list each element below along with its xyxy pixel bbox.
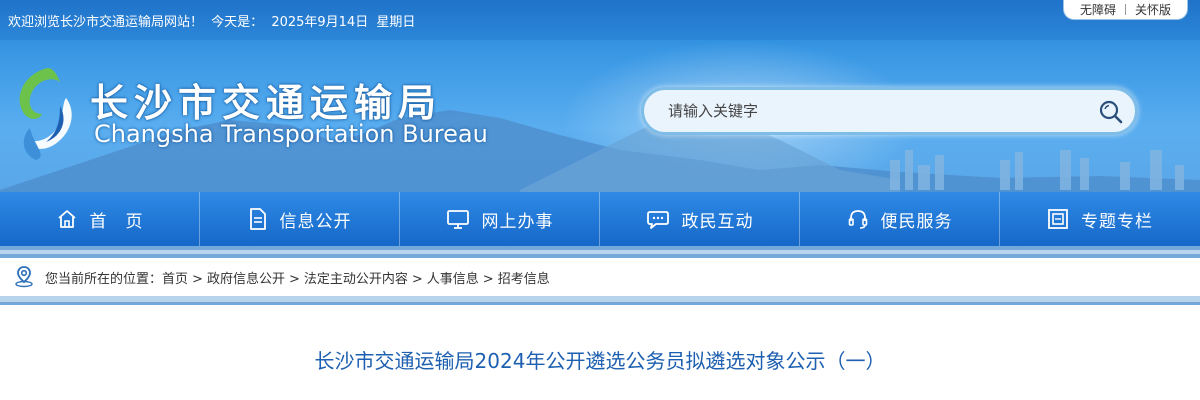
main-nav: 首 页 信息公开 网上办事 政民互动 便民服务 专题专栏 <box>0 192 1200 246</box>
article-title: 长沙市交通运输局2024年公开遴选公务员拟遴选对象公示（一） <box>314 349 886 373</box>
site-title-en: Changsha Transportation Bureau <box>94 120 488 148</box>
site-title-cn[interactable]: 长沙市交通运输局 <box>90 72 442 127</box>
search-input[interactable] <box>668 99 1078 123</box>
current-weekday: 星期日 <box>376 15 416 30</box>
divider <box>1125 4 1126 15</box>
nav-item-info-disclosure[interactable]: 信息公开 <box>200 192 400 246</box>
welcome-text: 欢迎浏览长沙市交通运输局网站！ 今天是： 2025年9月14日 星期日 <box>8 11 419 30</box>
nav-item-online-services[interactable]: 网上办事 <box>400 192 600 246</box>
breadcrumb-link-personnel[interactable]: 人事信息 <box>427 272 479 287</box>
breadcrumb-link-recruitment[interactable]: 招考信息 <box>498 272 550 287</box>
location-pin-icon <box>15 266 33 288</box>
nav-label: 便民服务 <box>880 211 953 232</box>
top-bar: 欢迎浏览长沙市交通运输局网站！ 今天是： 2025年9月14日 星期日 无障碍 … <box>0 0 1200 40</box>
nav-item-special-topics[interactable]: 专题专栏 <box>1000 192 1200 246</box>
breadcrumb-link-gov-info[interactable]: 政府信息公开 <box>207 272 285 287</box>
nav-label: 政民互动 <box>681 211 754 232</box>
nav-item-home[interactable]: 首 页 <box>0 192 200 246</box>
welcome-message: 欢迎浏览长沙市交通运输局网站！ <box>8 15 204 30</box>
breadcrumb-prefix: 您当前所在的位置： <box>45 272 163 287</box>
breadcrumb-link-statutory[interactable]: 法定主动公开内容 <box>304 272 408 287</box>
breadcrumb-separator: > <box>411 272 423 287</box>
accessibility-toggle-group: 无障碍 关怀版 <box>1063 0 1188 20</box>
bureau-logo-icon[interactable] <box>8 62 80 162</box>
search-icon[interactable] <box>1098 99 1124 125</box>
breadcrumb-separator: > <box>288 272 300 287</box>
elder-mode-link[interactable]: 关怀版 <box>1135 1 1171 18</box>
breadcrumb-text: 您当前所在的位置：首页 > 政府信息公开 > 法定主动公开内容 > 人事信息 > 招考信息 <box>45 268 550 287</box>
breadcrumb-link-home[interactable]: 首页 <box>162 272 188 287</box>
nav-item-interaction[interactable]: 政民互动 <box>600 192 800 246</box>
current-date: 2025年9月14日 <box>271 15 369 30</box>
breadcrumb-separator: > <box>482 272 494 287</box>
breadcrumb: 您当前所在的位置：首页 > 政府信息公开 > 法定主动公开内容 > 人事信息 > 招考信息 <box>0 258 1200 296</box>
monitor-icon <box>446 210 469 229</box>
home-icon <box>57 210 76 228</box>
document-icon <box>249 208 266 230</box>
nav-label: 专题专栏 <box>1081 211 1153 232</box>
chat-icon <box>646 211 669 229</box>
nav-label: 首 页 <box>89 211 144 232</box>
nav-item-convenience-services[interactable]: 便民服务 <box>800 192 1000 246</box>
today-label: 今天是： <box>211 15 264 30</box>
nav-label: 网上办事 <box>481 211 554 232</box>
breadcrumb-separator: > <box>192 272 203 287</box>
search-box <box>641 87 1138 135</box>
headset-icon <box>848 210 867 229</box>
frame-icon <box>1048 209 1068 229</box>
accessibility-link[interactable]: 无障碍 <box>1080 1 1116 18</box>
nav-label: 信息公开 <box>279 211 352 232</box>
